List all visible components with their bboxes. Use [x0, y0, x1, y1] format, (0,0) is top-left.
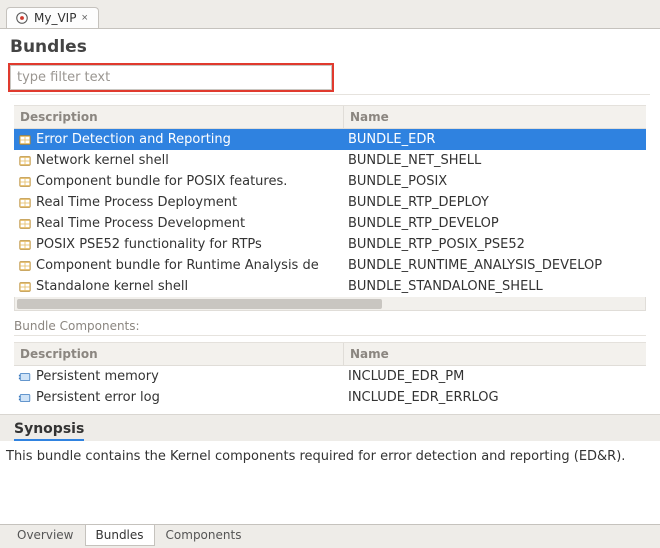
close-icon[interactable]: ×	[81, 12, 87, 24]
components-body: Persistent memoryINCLUDE_EDR_PMPersisten…	[14, 366, 646, 408]
cell-name: BUNDLE_RTP_DEVELOP	[344, 216, 646, 231]
target-icon	[15, 11, 29, 25]
column-name[interactable]: Name	[344, 343, 646, 365]
table-row[interactable]: Component bundle for Runtime Analysis de…	[14, 255, 646, 276]
row-description-text: Standalone kernel shell	[36, 279, 188, 294]
bundle-icon	[18, 133, 32, 147]
filter-row	[0, 61, 660, 99]
cell-name: BUNDLE_RTP_POSIX_PSE52	[344, 237, 646, 252]
table-row[interactable]: Persistent error log INCLUDE_EDR_ERRLOG	[14, 387, 646, 408]
cell-name: BUNDLE_EDR	[344, 132, 646, 147]
table-row[interactable]: Network kernel shell BUNDLE_NET_SHELL	[14, 150, 646, 171]
table-row[interactable]: Error Detection and Reporting BUNDLE_EDR	[14, 129, 646, 150]
bundle-icon	[18, 280, 32, 294]
bundles-scrollbar[interactable]	[14, 297, 646, 311]
row-description-text: Real Time Process Deployment	[36, 195, 237, 210]
bundles-body: Error Detection and Reporting BUNDLE_EDR N…	[14, 129, 646, 297]
cell-name: BUNDLE_RTP_DEPLOY	[344, 195, 646, 210]
cell-description: Error Detection and Reporting	[14, 132, 344, 147]
components-header: Description Name	[14, 342, 646, 366]
table-row[interactable]: Real Time Process Deployment BUNDLE_RTP_D…	[14, 192, 646, 213]
cell-description: Persistent error log	[14, 390, 344, 405]
bundle-icon	[18, 217, 32, 231]
row-description-text: Persistent memory	[36, 369, 159, 384]
synopsis-underline	[14, 439, 84, 441]
bottom-tab-components[interactable]: Components	[155, 525, 253, 546]
cell-description: Network kernel shell	[14, 153, 344, 168]
synopsis-section: Synopsis This bundle contains the Kernel…	[0, 414, 660, 488]
cell-description: POSIX PSE52 functionality for RTPs	[14, 237, 344, 252]
content-pane: Bundles Description Name Error Detection…	[0, 29, 660, 524]
component-icon	[18, 391, 32, 405]
cell-name: INCLUDE_EDR_ERRLOG	[344, 390, 646, 405]
row-description-text: Real Time Process Development	[36, 216, 245, 231]
column-name[interactable]: Name	[344, 106, 646, 128]
row-description-text: Component bundle for Runtime Analysis de	[36, 258, 319, 273]
bundle-icon	[18, 175, 32, 189]
cell-description: Standalone kernel shell	[14, 279, 344, 294]
bottom-tab-overview[interactable]: Overview	[6, 525, 85, 546]
cell-description: Real Time Process Development	[14, 216, 344, 231]
row-description-text: Component bundle for POSIX features.	[36, 174, 287, 189]
page-title: Bundles	[0, 35, 660, 61]
filter-highlight	[8, 63, 334, 92]
cell-description: Real Time Process Deployment	[14, 195, 344, 210]
synopsis-heading-text: Synopsis	[14, 421, 84, 437]
editor-window: My_VIP × Bundles Description Name Error …	[0, 0, 660, 548]
document-tab-row: My_VIP ×	[0, 0, 660, 29]
row-description-text: Persistent error log	[36, 390, 160, 405]
column-description[interactable]: Description	[14, 106, 344, 128]
bundle-icon	[18, 154, 32, 168]
cell-name: BUNDLE_STANDALONE_SHELL	[344, 279, 646, 294]
synopsis-heading: Synopsis	[0, 415, 660, 441]
table-row[interactable]: Persistent memory INCLUDE_EDR_PM	[14, 366, 646, 387]
cell-name: BUNDLE_POSIX	[344, 174, 646, 189]
cell-name: INCLUDE_EDR_PM	[344, 369, 646, 384]
row-description-text: POSIX PSE52 functionality for RTPs	[36, 237, 262, 252]
cell-description: Component bundle for Runtime Analysis de	[14, 258, 344, 273]
row-description-text: Error Detection and Reporting	[36, 132, 231, 147]
table-row[interactable]: POSIX PSE52 functionality for RTPs BUNDLE…	[14, 234, 646, 255]
row-description-text: Network kernel shell	[36, 153, 169, 168]
table-row[interactable]: Standalone kernel shell BUNDLE_STANDALONE…	[14, 276, 646, 297]
table-row[interactable]: Component bundle for POSIX features. BUND…	[14, 171, 646, 192]
cell-name: BUNDLE_RUNTIME_ANALYSIS_DEVELOP	[344, 258, 646, 273]
cell-description: Persistent memory	[14, 369, 344, 384]
bottom-tab-bundles[interactable]: Bundles	[85, 525, 155, 546]
scrollbar-thumb[interactable]	[17, 299, 382, 309]
synopsis-body: This bundle contains the Kernel componen…	[0, 441, 660, 488]
table-row[interactable]: Real Time Process Development BUNDLE_RTP_…	[14, 213, 646, 234]
cell-name: BUNDLE_NET_SHELL	[344, 153, 646, 168]
component-icon	[18, 370, 32, 384]
document-tab-label: My_VIP	[34, 11, 76, 25]
filter-input[interactable]	[10, 65, 332, 90]
cell-description: Component bundle for POSIX features.	[14, 174, 344, 189]
bundles-header: Description Name	[14, 105, 646, 129]
divider	[10, 94, 650, 95]
bundle-components-label: Bundle Components:	[14, 317, 646, 336]
column-description[interactable]: Description	[14, 343, 344, 365]
bundle-icon	[18, 259, 32, 273]
bottom-tab-row: OverviewBundlesComponents	[0, 524, 660, 548]
document-tab[interactable]: My_VIP ×	[6, 7, 99, 28]
bundle-icon	[18, 238, 32, 252]
bundle-icon	[18, 196, 32, 210]
